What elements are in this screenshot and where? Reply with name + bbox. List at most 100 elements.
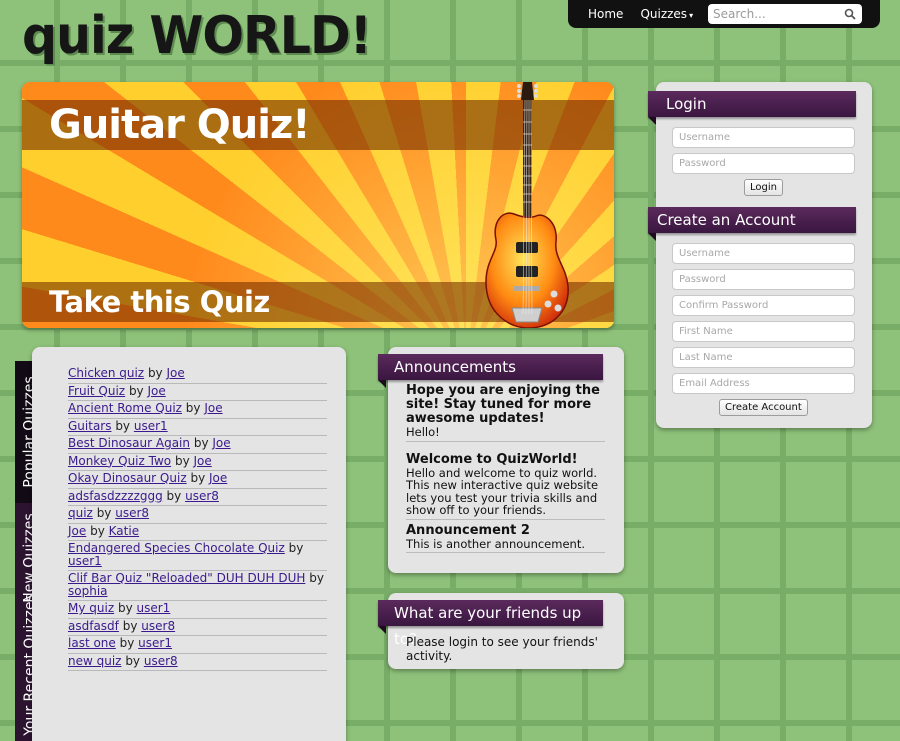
quiz-title-link[interactable]: Best Dinosaur Again [68, 436, 190, 450]
quiz-list: Chicken quiz by Joe Fruit Quiz by Joe Anci… [68, 366, 327, 671]
quiz-list-item: Okay Dinosaur Quiz by Joe [68, 471, 327, 489]
announcement-body: Hello! [406, 425, 440, 439]
quiz-title-link[interactable]: Ancient Rome Quiz [68, 401, 182, 415]
quiz-list-item: asdfasdf by user8 [68, 618, 327, 636]
create-account-heading: Create an Account [648, 207, 856, 241]
quiz-author-link[interactable]: user8 [115, 506, 149, 520]
dropdown-icon: ▾ [689, 11, 694, 20]
quiz-by-label: by [122, 618, 138, 633]
login-password-field[interactable] [672, 153, 855, 174]
quiz-by-label: by [119, 636, 135, 650]
quiz-title-link[interactable]: asdfasdf [68, 619, 119, 633]
quiz-list-item: Monkey Quiz Two by Joe [68, 453, 327, 471]
quiz-list-item: Fruit Quiz by Joe [68, 383, 327, 401]
nav-quizzes-menu[interactable]: Quizzes ▾ [640, 7, 693, 21]
quiz-list-item: adsfasdzzzzggg by user8 [68, 488, 327, 506]
login-username-field[interactable] [672, 127, 855, 148]
announcement-item: Announcement 2 This is another announcem… [406, 522, 605, 553]
hero-title: Guitar Quiz! [49, 102, 310, 148]
site-logo[interactable]: quiz WORLD! [22, 6, 372, 66]
create-account-button[interactable]: Create Account [719, 399, 808, 416]
account-panel: Login Login Create an Account Create Acc… [648, 82, 872, 428]
quiz-list-item: quiz by user8 [68, 506, 327, 524]
quiz-by-label: by [309, 571, 324, 585]
quiz-by-label: by [193, 436, 209, 450]
quiz-author-link[interactable]: user8 [144, 654, 178, 668]
quiz-author-link[interactable]: Joe [209, 471, 227, 485]
guitar-illustration [485, 82, 569, 328]
quiz-by-label: by [117, 601, 133, 615]
quiz-author-link[interactable]: Katie [109, 524, 139, 538]
quiz-list-item: Chicken quiz by Joe [68, 366, 327, 384]
announcement-title: Announcement 2 [406, 522, 530, 538]
featured-quiz-banner[interactable]: Guitar Quiz! Take this Quiz [22, 82, 614, 328]
signup-last-name-field[interactable] [672, 347, 855, 368]
announcement-item: Welcome to QuizWorld! Hello and welcome … [406, 445, 605, 520]
quiz-author-link[interactable]: Joe [166, 366, 184, 380]
quiz-title-link[interactable]: last one [68, 636, 116, 650]
quiz-by-label: by [96, 506, 112, 520]
quiz-author-link[interactable]: user1 [68, 554, 102, 568]
announcement-list: Hope you are enjoying the site! Stay tun… [406, 384, 605, 556]
quiz-title-link[interactable]: adsfasdzzzzggg [68, 489, 163, 503]
quiz-list-item: My quiz by user1 [68, 601, 327, 619]
quiz-title-link[interactable]: Okay Dinosaur Quiz [68, 471, 187, 485]
signup-password-field[interactable] [672, 269, 855, 290]
top-nav-bar: Home Quizzes ▾ [568, 0, 880, 28]
quiz-by-label: by [128, 383, 144, 398]
quiz-author-link[interactable]: Joe [212, 436, 230, 450]
quiz-author-link[interactable]: user1 [137, 601, 171, 615]
quiz-title-link[interactable]: Joe [68, 524, 86, 538]
quiz-author-link[interactable]: user1 [134, 419, 168, 433]
quiz-list-item: Guitars by user1 [68, 418, 327, 436]
quiz-author-link[interactable]: Joe [194, 454, 212, 468]
signup-username-field[interactable] [672, 243, 855, 264]
quiz-author-link[interactable]: user1 [138, 636, 172, 650]
announcement-item: Hope you are enjoying the site! Stay tun… [406, 384, 605, 442]
announcements-panel: Announcements Hope you are enjoying the … [378, 347, 624, 573]
search-input[interactable] [708, 7, 836, 21]
search-icon[interactable] [844, 8, 856, 20]
quiz-by-label: by [174, 453, 190, 468]
quiz-author-link[interactable]: user8 [141, 619, 175, 633]
quiz-by-label: by [190, 471, 206, 485]
signup-email-field[interactable] [672, 373, 855, 394]
quiz-title-link[interactable]: quiz [68, 506, 93, 520]
quiz-list-item: Endangered Species Chocolate Quiz by use… [68, 541, 327, 571]
quiz-by-label: by [147, 366, 163, 380]
login-button[interactable]: Login [744, 179, 783, 196]
quiz-list-item: Ancient Rome Quiz by Joe [68, 401, 327, 419]
quiz-author-link[interactable]: Joe [204, 401, 222, 415]
friends-activity-text: Please login to see your friends' activi… [406, 635, 598, 663]
quiz-title-link[interactable]: Guitars [68, 419, 111, 433]
quiz-by-label: by [125, 653, 141, 668]
quiz-author-link[interactable]: sophia [68, 584, 108, 598]
quiz-list-item: Joe by Katie [68, 524, 327, 541]
quiz-list-item: last one by user1 [68, 636, 327, 654]
quiz-title-link[interactable]: Fruit Quiz [68, 384, 125, 398]
quiz-by-label: by [115, 418, 131, 433]
nav-quizzes-label: Quizzes [640, 7, 688, 21]
quiz-list-item: new quiz by user8 [68, 653, 327, 671]
quiz-title-link[interactable]: My quiz [68, 601, 114, 615]
quiz-title-link[interactable]: new quiz [68, 654, 121, 668]
signup-first-name-field[interactable] [672, 321, 855, 342]
login-heading: Login [648, 91, 856, 125]
quiz-title-link[interactable]: Chicken quiz [68, 366, 144, 380]
announcements-heading: Announcements [378, 354, 603, 388]
signup-confirm-password-field[interactable] [672, 295, 855, 316]
quiz-by-label: by [166, 488, 182, 503]
announcement-title: Welcome to QuizWorld! [406, 451, 578, 467]
friends-activity-panel: What are your friends up to? Please logi… [378, 593, 624, 669]
announcement-body: Hello and welcome to quiz world. This ne… [406, 465, 599, 517]
quiz-title-link[interactable]: Monkey Quiz Two [68, 454, 171, 468]
announcement-body: This is another announcement. [406, 536, 585, 551]
search-box [708, 4, 862, 24]
quiz-author-link[interactable]: Joe [147, 384, 165, 398]
friends-heading: What are your friends up to? [378, 600, 603, 648]
announcement-title: Hope you are enjoying the site! Stay tun… [406, 383, 600, 426]
quiz-list-item: Best Dinosaur Again by Joe [68, 436, 327, 454]
nav-home-link[interactable]: Home [588, 7, 623, 21]
quiz-author-link[interactable]: user8 [185, 489, 219, 503]
quiz-by-label: by [185, 401, 201, 415]
